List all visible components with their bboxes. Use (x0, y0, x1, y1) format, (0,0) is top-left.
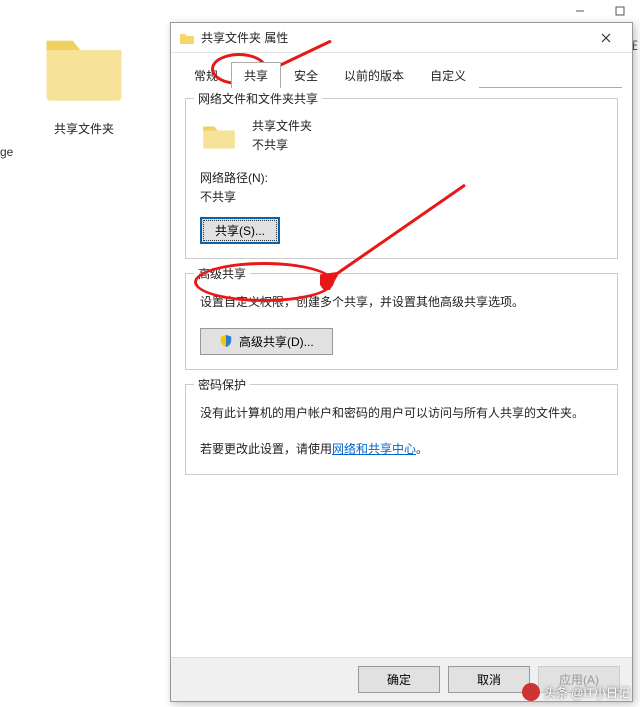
network-path-value: 不共享 (200, 188, 603, 205)
advanced-share-label: 高级共享(D)... (239, 333, 314, 350)
dialog-body: 网络文件和文件夹共享 共享文件夹 不共享 网络路径(N): 不共享 共享(S).… (171, 88, 632, 475)
group-advanced-share: 高级共享 设置自定义权限，创建多个共享，并设置其他高级共享选项。 高级共享(D)… (185, 273, 618, 370)
dialog-title: 共享文件夹 属性 (201, 29, 588, 46)
group-title: 密码保护 (194, 376, 250, 393)
watermark-text: 头条 @IT小日记 (544, 684, 630, 701)
close-button[interactable] (588, 26, 624, 50)
tab-general[interactable]: 常规 (181, 62, 231, 88)
folder-icon (200, 117, 238, 155)
shield-icon (219, 334, 233, 348)
group-network-share: 网络文件和文件夹共享 共享文件夹 不共享 网络路径(N): 不共享 共享(S).… (185, 98, 618, 259)
pw-prefix: 若要更改此设置，请使用 (200, 442, 332, 456)
desktop-background: ge 共享文件夹 在 共享文件夹 属性 常规 共享 安全 以前的版本 自定义 (0, 0, 640, 707)
tab-previous-versions[interactable]: 以前的版本 (331, 62, 417, 88)
folder-icon (179, 30, 195, 46)
properties-dialog: 共享文件夹 属性 常规 共享 安全 以前的版本 自定义 网络文件和文件夹共享 (170, 22, 633, 702)
folder-icon (39, 22, 129, 112)
tab-sharing[interactable]: 共享 (231, 62, 281, 88)
advanced-desc: 设置自定义权限，创建多个共享，并设置其他高级共享选项。 (200, 292, 603, 314)
share-name: 共享文件夹 (252, 117, 312, 136)
desktop-folder-item[interactable]: 共享文件夹 (34, 22, 134, 137)
ok-button[interactable]: 确定 (358, 666, 440, 693)
titlebar[interactable]: 共享文件夹 属性 (171, 23, 632, 53)
group-title: 网络文件和文件夹共享 (194, 90, 322, 107)
group-title: 高级共享 (194, 265, 250, 282)
maximize-icon[interactable] (600, 0, 640, 22)
folder-label: 共享文件夹 (34, 120, 134, 137)
share-button[interactable]: 共享(S)... (200, 217, 280, 244)
password-line2: 若要更改此设置，请使用网络和共享中心。 (200, 439, 603, 461)
cancel-button[interactable]: 取消 (448, 666, 530, 693)
advanced-share-button[interactable]: 高级共享(D)... (200, 328, 333, 355)
background-window-controls (170, 0, 640, 24)
tabs-row: 常规 共享 安全 以前的版本 自定义 (171, 53, 632, 87)
tab-customize[interactable]: 自定义 (417, 62, 479, 88)
pw-suffix: 。 (416, 442, 428, 456)
cropped-left-label: ge (0, 145, 13, 159)
group-password: 密码保护 没有此计算机的用户帐户和密码的用户可以访问与所有人共享的文件夹。 若要… (185, 384, 618, 475)
network-sharing-center-link[interactable]: 网络和共享中心 (332, 442, 416, 456)
watermark: 头条 @IT小日记 (522, 683, 630, 701)
network-path-label: 网络路径(N): (200, 169, 603, 186)
tab-security[interactable]: 安全 (281, 62, 331, 88)
share-status: 不共享 (252, 136, 312, 155)
minimize-icon[interactable] (560, 0, 600, 22)
watermark-avatar-icon (522, 683, 540, 701)
password-line1: 没有此计算机的用户帐户和密码的用户可以访问与所有人共享的文件夹。 (200, 403, 603, 425)
